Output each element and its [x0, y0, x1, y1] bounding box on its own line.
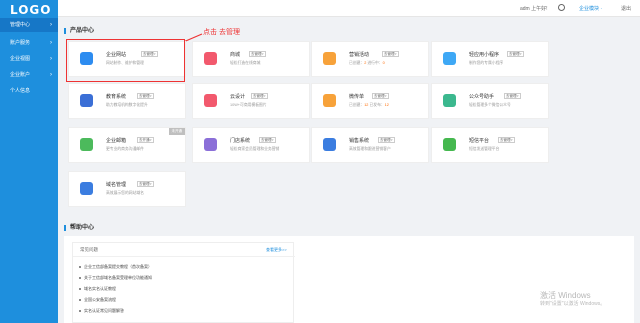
- manage-button[interactable]: 去管理>: [378, 137, 395, 143]
- faq-item[interactable]: 实名认证常见问题解答: [79, 308, 124, 314]
- logout-link[interactable]: 退出: [621, 5, 631, 12]
- sidebar-item-label: 企业视图: [10, 56, 31, 62]
- product-card-mall[interactable]: 商城 去管理> 轻松打造在线商城: [192, 41, 310, 77]
- product-desc: 助力教培机构数字化提升: [106, 103, 148, 107]
- product-card-education[interactable]: 教育系统 去管理> 助力教培机构数字化提升: [68, 83, 186, 119]
- windows-activation-subtext: 转到"设置"以激活 Windows。: [540, 301, 606, 307]
- manage-button[interactable]: 去管理>: [382, 51, 399, 57]
- sidebar: LOGO 管理中心 › 账户服务 › 企业视图 › 企业账户 › 个人信息: [0, 0, 58, 323]
- product-card-sales[interactable]: 销售系统 去管理> 高效管理和跟进营销客户: [311, 127, 429, 163]
- help-section-title: 帮助中心: [64, 225, 94, 231]
- faq-item[interactable]: 企业工信部备案提交教程（首次备案）: [79, 264, 152, 270]
- chevron-right-icon: ›: [50, 40, 52, 46]
- product-title: 营销活动: [349, 52, 370, 58]
- sidebar-item-management[interactable]: 管理中心 ›: [0, 18, 58, 32]
- product-stats: 已创建：2 进行中：0: [349, 61, 385, 65]
- top-bar: adm 上午好! 企业模块 · 退出: [58, 0, 640, 17]
- product-desc: 轻松商家会员管理和业务营销: [230, 147, 280, 151]
- list-icon: [323, 138, 336, 151]
- manage-button[interactable]: 去管理>: [259, 137, 276, 143]
- manage-button[interactable]: 去管理>: [137, 181, 154, 187]
- wechat-icon: [443, 94, 456, 107]
- sidebar-item-label: 账户服务: [10, 40, 31, 46]
- product-desc: 更专业的商务沟通邮件: [106, 147, 144, 151]
- mail-icon: [80, 138, 93, 151]
- chevron-right-icon: ›: [50, 72, 52, 78]
- product-desc: 高效展示您的网站域名: [106, 191, 144, 195]
- view-more-link[interactable]: 查看更多>>: [266, 247, 287, 253]
- product-title: 微传单: [349, 94, 365, 100]
- product-desc: 高效管理和跟进营销客户: [349, 147, 391, 151]
- sidebar-item-label: 个人信息: [10, 88, 31, 94]
- shopping-bag-icon: [204, 52, 217, 65]
- globe-icon: [80, 182, 93, 195]
- product-title: 域名管理: [106, 182, 127, 188]
- divider: [73, 256, 295, 257]
- faq-title: 常见问题: [80, 247, 98, 252]
- sidebar-item-enterprise-account[interactable]: 企业账户 ›: [0, 68, 58, 82]
- faq-item[interactable]: 域名实名认证教程: [79, 286, 116, 292]
- help-panel: 常见问题 查看更多>> 企业工信部备案提交教程（首次备案） 关于工信部域名备案受…: [64, 236, 634, 323]
- logo: LOGO: [10, 3, 52, 17]
- product-desc: 短信发送管理平台: [469, 147, 500, 151]
- sidebar-item-account-service[interactable]: 账户服务 ›: [0, 36, 58, 50]
- product-title: 企业邮箱: [106, 138, 127, 144]
- product-card-store[interactable]: 门店系统 去管理> 轻松商家会员管理和业务营销: [192, 127, 310, 163]
- sidebar-item-label: 企业账户: [10, 72, 31, 78]
- manage-button[interactable]: 去管理>: [137, 93, 154, 99]
- flyer-icon: [323, 94, 336, 107]
- product-card-mini-program[interactable]: 轻应用小程序 去管理> 制作您的专属小程序: [431, 41, 549, 77]
- chevron-right-icon: ›: [50, 56, 52, 62]
- status-badge: 未开通: [168, 128, 185, 135]
- product-card-sms[interactable]: 短信平台 去管理> 短信发送管理平台: [431, 127, 549, 163]
- product-title: 销售系统: [349, 138, 370, 144]
- sidebar-item-enterprise-view[interactable]: 企业视图 ›: [0, 52, 58, 66]
- product-title: 商城: [230, 52, 241, 58]
- product-card-cloud-design[interactable]: 云设计 去管理> 10W+可商用模板图片: [192, 83, 310, 119]
- product-title: 门店系统: [230, 138, 251, 144]
- product-title: 公众号助手: [469, 94, 495, 100]
- user-greeting[interactable]: adm 上午好!: [520, 5, 548, 12]
- faq-box: 常见问题 查看更多>> 企业工信部备案提交教程（首次备案） 关于工信部域名备案受…: [72, 242, 295, 323]
- product-card-flyer[interactable]: 微传单 去管理> 已创建：12 已发布：12: [311, 83, 429, 119]
- sidebar-item-personal-info[interactable]: 个人信息: [0, 84, 58, 98]
- product-desc: 10W+可商用模板图片: [230, 103, 267, 107]
- product-title: 轻应用小程序: [469, 52, 500, 58]
- chevron-right-icon: ›: [50, 22, 52, 28]
- sidebar-item-label: 管理中心: [10, 22, 31, 28]
- database-icon: [323, 52, 336, 65]
- products-section-title: 产品中心: [64, 28, 94, 34]
- product-desc: 轻松管理多个微信公众号: [469, 103, 511, 107]
- manage-button[interactable]: 去管理>: [504, 93, 521, 99]
- product-card-domain[interactable]: 域名管理 去管理> 高效展示您的网站域名: [68, 171, 186, 207]
- manage-button[interactable]: 去管理>: [372, 93, 389, 99]
- store-icon: [204, 138, 217, 151]
- product-card-email[interactable]: 企业邮箱 去开通> 更专业的商务沟通邮件 未开通: [68, 127, 186, 163]
- product-title: 教育系统: [106, 94, 127, 100]
- product-stats: 已创建：12 已发布：12: [349, 103, 389, 107]
- manage-button[interactable]: 去管理>: [249, 51, 266, 57]
- headset-icon[interactable]: [558, 4, 565, 11]
- manage-button[interactable]: 去管理>: [251, 93, 268, 99]
- console-link[interactable]: 企业模块 ·: [579, 5, 602, 12]
- faq-item[interactable]: 全国公安备案流程: [79, 297, 116, 303]
- product-desc: 制作您的专属小程序: [469, 61, 504, 65]
- message-icon: [443, 138, 456, 151]
- faq-item[interactable]: 关于工信部域名备案受理单位功能通知: [79, 275, 152, 281]
- activate-button[interactable]: 去开通>: [137, 137, 154, 143]
- design-icon: [204, 94, 217, 107]
- manage-button[interactable]: 去管理>: [498, 137, 515, 143]
- product-desc: 轻松打造在线商城: [230, 61, 261, 65]
- mini-program-icon: [443, 52, 456, 65]
- manage-button[interactable]: 去管理>: [507, 51, 524, 57]
- product-title: 短信平台: [469, 138, 490, 144]
- product-title: 云设计: [230, 94, 246, 100]
- product-card-marketing[interactable]: 营销活动 去管理> 已创建：2 进行中：0: [311, 41, 429, 77]
- annotation-highlight-box: [66, 39, 185, 82]
- product-card-wechat-assistant[interactable]: 公众号助手 去管理> 轻松管理多个微信公众号: [431, 83, 549, 119]
- book-icon: [80, 94, 93, 107]
